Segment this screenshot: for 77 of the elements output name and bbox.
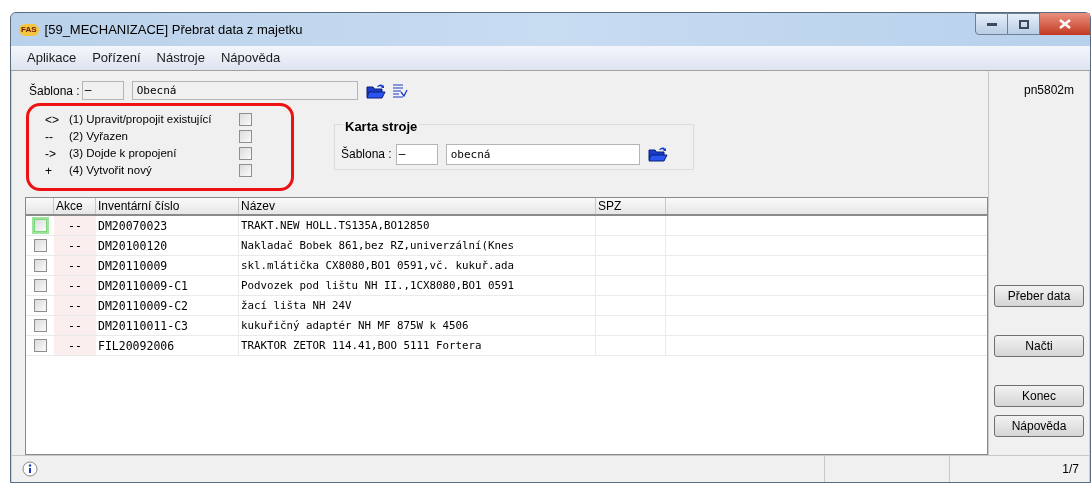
table-cell: DM20110011-C3	[96, 316, 239, 335]
user-code: pn5802m	[1023, 82, 1074, 99]
table-cell: DM20110009-C1	[96, 276, 239, 295]
table-cell: Nakladač Bobek 861,bez RZ,univerzální(Knes	[239, 236, 596, 255]
table-cell: --	[54, 296, 96, 315]
legend-symbol: +	[45, 162, 53, 180]
action-button[interactable]: Načti	[994, 335, 1084, 357]
column-header[interactable]: Inventární číslo	[96, 198, 239, 214]
table-cell: DM20070023	[96, 216, 239, 235]
open-folder-icon[interactable]	[365, 82, 386, 99]
info-icon	[22, 461, 38, 477]
table-cell: DM20110009	[96, 256, 239, 275]
table-row[interactable]: -- DM20110009-C1 Podvozek pod lištu NH II.,1CX8080,BO1 0591	[26, 276, 987, 296]
table-cell: --	[54, 336, 96, 355]
table-cell: DM20110009-C2	[96, 296, 239, 315]
checkbox[interactable]	[239, 113, 252, 126]
close-icon	[1059, 19, 1071, 29]
legend-symbol: <>	[45, 111, 60, 129]
list-icon[interactable]	[391, 82, 408, 99]
menu-item[interactable]: Pořízení	[92, 48, 141, 68]
field-label: Šablona :	[29, 82, 80, 100]
legend-label: (1) Upravit/propojit existující	[69, 111, 213, 127]
table-row[interactable]: -- DM20070023 TRAKT.NEW HOLL.TS135A,BO12850	[26, 216, 987, 236]
menu-item[interactable]: Nástroje	[156, 48, 205, 68]
action-button[interactable]: Konec	[994, 385, 1084, 407]
table-cell: --	[54, 256, 96, 275]
window-title: [59_MECHANIZACE] Přebrat data z majetku	[44, 20, 303, 39]
checkbox[interactable]	[33, 319, 47, 332]
checkbox[interactable]	[33, 299, 47, 312]
table-cell: --	[54, 216, 96, 235]
template-code-field[interactable]: –	[395, 143, 438, 165]
column-header[interactable]: Akce	[54, 198, 96, 214]
minimize-button[interactable]	[975, 13, 1008, 35]
app-logo: FAS	[19, 23, 39, 36]
table-cell: DM20100120	[96, 236, 239, 255]
table-cell: TRAKT.NEW HOLL.TS135A,BO12850	[239, 216, 596, 235]
legend-label: (3) Dojde k propojení	[69, 145, 178, 161]
table-cell: --	[54, 236, 96, 255]
field-label: Šablona :	[341, 145, 392, 163]
legend-label: (2) Vyřazen	[69, 128, 129, 144]
table-cell: TRAKTOR ZETOR 114.41,BOO 5111 Fortera	[239, 336, 596, 355]
column-header[interactable]: Název	[239, 198, 596, 214]
table-cell: Podvozek pod lištu NH II.,1CX8080,BO1 0591	[239, 276, 596, 295]
checkbox[interactable]	[239, 147, 252, 160]
checkbox[interactable]	[33, 279, 47, 292]
template-name-field[interactable]: Obecná	[131, 81, 358, 100]
template-name-field[interactable]: obecná	[445, 143, 640, 165]
table-cell: --	[54, 276, 96, 295]
checkbox[interactable]	[33, 239, 47, 252]
table-cell: FIL20092006	[96, 336, 239, 355]
table-cell: --	[54, 316, 96, 335]
open-folder-icon[interactable]	[647, 146, 668, 162]
maximize-button[interactable]	[1008, 13, 1040, 35]
table-row[interactable]: -- FIL20092006 TRAKTOR ZETOR 114.41,BOO 5111 Fortera	[26, 336, 987, 356]
table-row[interactable]: -- DM20110009-C2 žací lišta NH 24V	[26, 296, 987, 316]
legend-label: (4) Vytvořit nový	[69, 162, 153, 178]
checkbox[interactable]	[239, 164, 252, 177]
checkbox[interactable]	[33, 219, 47, 232]
table-row[interactable]: -- DM20110011-C3 kukuřičný adaptér NH MF 875W k 4506	[26, 316, 987, 336]
record-counter: 1/7	[949, 456, 1089, 482]
table-cell: žací lišta NH 24V	[239, 296, 596, 315]
checkbox[interactable]	[33, 339, 47, 352]
close-button[interactable]	[1040, 13, 1090, 35]
column-header[interactable]: SPZ	[596, 198, 666, 214]
table-cell: kukuřičný adaptér NH MF 875W k 4506	[239, 316, 596, 335]
action-button[interactable]: Nápověda	[994, 415, 1084, 437]
table-row[interactable]: -- DM20100120 Nakladač Bobek 861,bez RZ,univerzální(Knes	[26, 236, 987, 256]
legend-symbol: ->	[45, 145, 57, 163]
template-code-field[interactable]: –	[81, 81, 124, 100]
menu-item[interactable]: Nápověda	[221, 48, 281, 68]
table-row[interactable]: -- DM20110009 skl.mlátička CX8080,BO1 0591,vč. kukuř.ada	[26, 256, 987, 276]
table-cell: skl.mlátička CX8080,BO1 0591,vč. kukuř.ada	[239, 256, 596, 275]
action-button[interactable]: Přeber data	[994, 285, 1084, 307]
checkbox[interactable]	[239, 130, 252, 143]
legend-symbol: --	[45, 128, 54, 146]
checkbox[interactable]	[33, 259, 47, 272]
menu-item[interactable]: Aplikace	[27, 48, 77, 68]
